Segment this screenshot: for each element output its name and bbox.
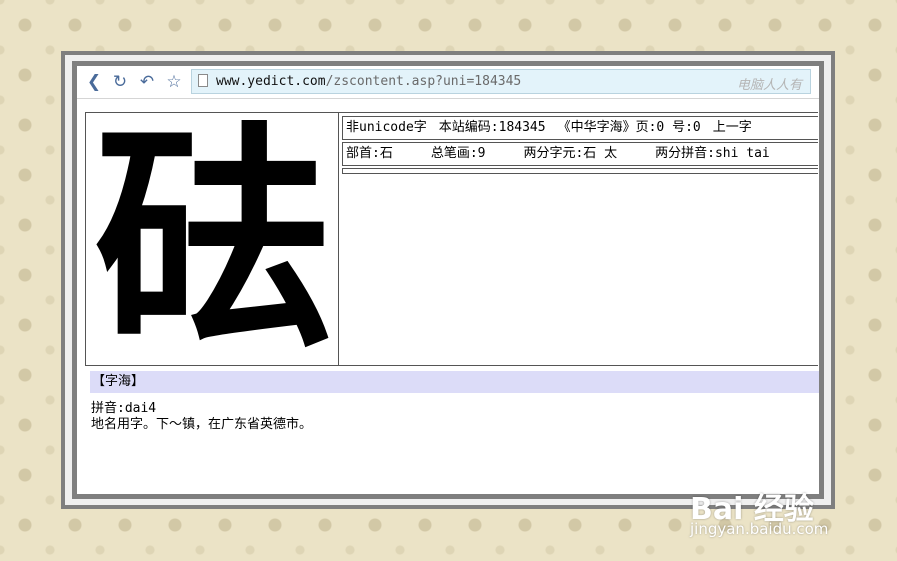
info-row-empty (342, 168, 818, 174)
info-row-codes: 非unicode字 本站编码:184345 《中华字海》页:0 号:0 上一字 (342, 116, 818, 140)
unicode-status: 非unicode字 (346, 120, 427, 135)
definition-meaning: 地名用字。下～镇，在广东省英德市。 (91, 417, 313, 432)
url-domain: www.yedict.com (216, 74, 326, 89)
character-info-panel: 非unicode字 本站编码:184345 《中华字海》页:0 号:0 上一字 部首:… (338, 112, 818, 366)
definition-text: 拼音:dai4 地名用字。下～镇，在广东省英德市。 (91, 401, 312, 433)
page-icon (198, 74, 208, 87)
character-display-box: 砝 (85, 112, 339, 366)
zhonghua-reference: 《中华字海》页:0 号:0 (557, 120, 701, 135)
prev-char-link[interactable]: 上一字 (713, 120, 752, 135)
baidu-jingyan-watermark: ❀ Bai 经验 jingyan.baidu.com (690, 462, 860, 542)
components: 两分字元:石 太 (523, 146, 618, 161)
back-icon[interactable]: ❮ (84, 72, 104, 92)
url-text[interactable]: www.yedict.com/zscontent.asp?uni=184345 (216, 74, 521, 89)
definition-pinyin: 拼音:dai4 (91, 401, 157, 416)
screenshot-frame-outer: ❮ ↻ ↶ ☆ www.yedict.com/zscontent.asp?uni… (61, 51, 835, 509)
stroke-count: 总笔画:9 (430, 146, 486, 161)
watermark-url: jingyan.baidu.com (690, 520, 829, 538)
undo-icon[interactable]: ↶ (137, 72, 157, 92)
refresh-icon[interactable]: ↻ (110, 72, 130, 92)
info-row-structure: 部首:石 总笔画:9 两分字元:石 太 两分拼音:shi tai (342, 142, 818, 166)
character-glyph: 砝 (93, 112, 330, 366)
browser-window: ❮ ↻ ↶ ☆ www.yedict.com/zscontent.asp?uni… (72, 61, 824, 499)
component-pinyin: 两分拼音:shi tai (655, 146, 770, 161)
browser-toolbar: ❮ ↻ ↶ ☆ www.yedict.com/zscontent.asp?uni… (77, 66, 819, 99)
site-code: 本站编码:184345 (438, 120, 546, 135)
url-path: /zscontent.asp?uni=184345 (325, 74, 522, 89)
section-header-zihai: 【字海】 (90, 371, 819, 393)
star-icon[interactable]: ☆ (164, 72, 184, 92)
radical: 部首:石 (346, 146, 393, 161)
overlay-logo: 电脑人人有 (736, 78, 802, 93)
address-bar[interactable]: www.yedict.com/zscontent.asp?uni=184345 … (191, 69, 811, 94)
